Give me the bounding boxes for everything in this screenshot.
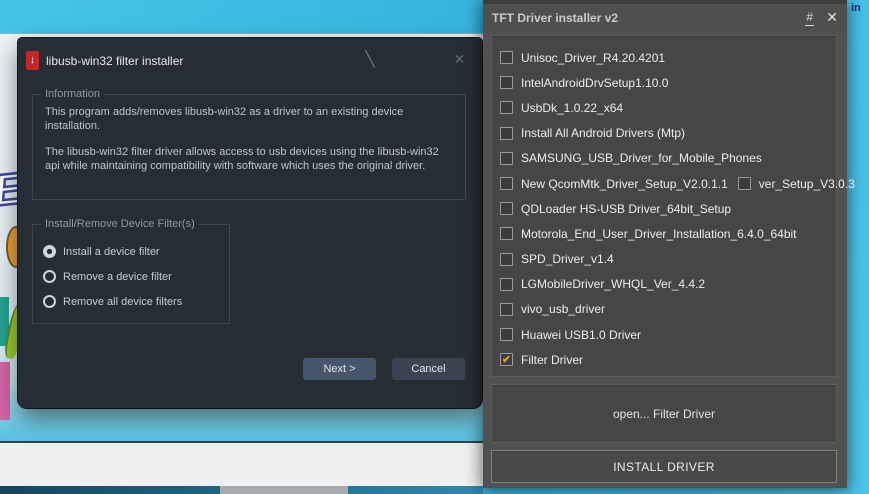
tft-titlebar: TFT Driver installer v2 # ✕ [483,4,847,31]
taskbar-segment [220,486,348,494]
radio-icon[interactable] [43,245,56,258]
information-groupbox: Information This program adds/removes li… [32,94,466,200]
driver-checkbox[interactable]: ✔ [500,202,513,215]
information-paragraph-1: This program adds/removes libusb-win32 a… [45,106,453,133]
driver-row: ✔ New QcomMtk_Driver_Setup_V2.0.1.1 ✔ver… [500,171,836,196]
driver-checkbox[interactable]: ✔ [738,177,751,190]
driver-row: ✔ Motorola_End_User_Driver_Installation_… [500,221,836,246]
clipped-background-text: in [851,2,861,14]
radio-option-label: Remove a device filter [63,271,172,283]
radio-option[interactable]: Remove a device filter [43,264,229,289]
driver-checkbox[interactable]: ✔ [500,303,513,316]
driver-row: ✔ vivo_usb_driver [500,297,836,322]
background-pink-shape [0,362,10,420]
driver-label: Huawei USB1.0 Driver [521,328,641,342]
driver-checkbox[interactable]: ✔ [500,253,513,266]
minimize-icon[interactable]: ╲ [358,50,382,68]
close-icon[interactable]: ✕ [448,51,472,68]
driver-label: SPD_Driver_v1.4 [521,252,614,266]
driver-row: ✔ SAMSUNG_USB_Driver_for_Mobile_Phones [500,146,836,171]
tft-driver-installer-window: TFT Driver installer v2 # ✕ ✔ Unisoc_Dri… [483,0,847,488]
next-button[interactable]: Next > [303,358,376,380]
usb-app-icon: ↓ [26,51,39,70]
driver-label: Unisoc_Driver_R4.20.4201 [521,51,665,65]
driver-label: SAMSUNG_USB_Driver_for_Mobile_Phones [521,151,762,165]
driver-row: ✔ Huawei USB1.0 Driver [500,322,836,347]
radio-icon[interactable] [43,270,56,283]
install-driver-button[interactable]: INSTALL DRIVER [491,450,837,483]
driver-label: vivo_usb_driver [521,302,605,316]
driver-checkbox[interactable]: ✔ [500,328,513,341]
driver-row: ✔ Filter Driver [500,347,836,372]
driver-checkbox[interactable]: ✔ [500,101,513,114]
driver-label: Filter Driver [521,353,583,367]
driver-row: ✔ SPD_Driver_v1.4 [500,247,836,272]
radio-option-label: Remove all device filters [63,296,182,308]
driver-list-panel: ✔ Unisoc_Driver_R4.20.4201 ✔ IntelAndroi… [491,35,837,377]
driver-label: ver_Setup_V3.0.3 [759,177,855,191]
driver-row: ✔ UsbDk_1.0.22_x64 [500,95,836,120]
radio-option-label: Install a device filter [63,246,160,258]
dialog-title: libusb-win32 filter installer [46,54,183,68]
driver-row: ✔ QDLoader HS-USB Driver_64bit_Setup [500,196,836,221]
driver-checkbox[interactable]: ✔ [500,76,513,89]
driver-label: LGMobileDriver_WHQL_Ver_4.4.2 [521,277,705,291]
radio-icon[interactable] [43,295,56,308]
filter-options-group-label: Install/Remove Device Filter(s) [41,218,199,230]
information-group-label: Information [41,88,104,100]
libusb-filter-installer-dialog: ↓ libusb-win32 filter installer ╲ ✕ Info… [18,38,482,408]
information-paragraph-2: The libusb-win32 filter driver allows ac… [45,146,453,173]
window-title: TFT Driver installer v2 [492,11,618,25]
driver-row: ✔ Install All Android Drivers (Mtp) [500,121,836,146]
driver-checkbox[interactable]: ✔ [500,152,513,165]
driver-label: QDLoader HS-USB Driver_64bit_Setup [521,202,731,216]
driver-label: Install All Android Drivers (Mtp) [521,126,685,140]
driver-checkbox[interactable]: ✔ [500,278,513,291]
pin-icon[interactable]: # [805,10,814,26]
cancel-button[interactable]: Cancel [392,358,465,380]
driver-label: IntelAndroidDrvSetup1.10.0 [521,76,668,90]
driver-label: UsbDk_1.0.22_x64 [521,101,623,115]
driver-checkbox[interactable]: ✔ [500,353,513,366]
driver-row: ✔ LGMobileDriver_WHQL_Ver_4.4.2 [500,272,836,297]
radio-option[interactable]: Remove all device filters [43,289,229,314]
install-driver-label: INSTALL DRIVER [613,460,715,474]
driver-checkbox[interactable]: ✔ [500,51,513,64]
driver-checkbox[interactable]: ✔ [500,227,513,240]
filter-options-groupbox: Install/Remove Device Filter(s) Install … [32,224,230,324]
driver-label: New QcomMtk_Driver_Setup_V2.0.1.1 [521,177,728,191]
driver-checkbox[interactable]: ✔ [500,127,513,140]
radio-option[interactable]: Install a device filter [43,239,229,264]
open-filter-driver-panel[interactable]: open... Filter Driver [491,384,837,443]
driver-label: Motorola_End_User_Driver_Installation_6.… [521,227,797,241]
desktop: EB in ↓ libusb-win32 filter installer ╲ … [0,0,869,494]
background-light-strip [0,441,483,486]
driver-checkbox[interactable]: ✔ [500,177,513,190]
close-icon[interactable]: ✕ [826,9,838,26]
driver-row: ✔ Unisoc_Driver_R4.20.4201 [500,45,836,70]
open-filter-driver-label: open... Filter Driver [613,407,715,421]
driver-row: ✔ IntelAndroidDrvSetup1.10.0 [500,70,836,95]
